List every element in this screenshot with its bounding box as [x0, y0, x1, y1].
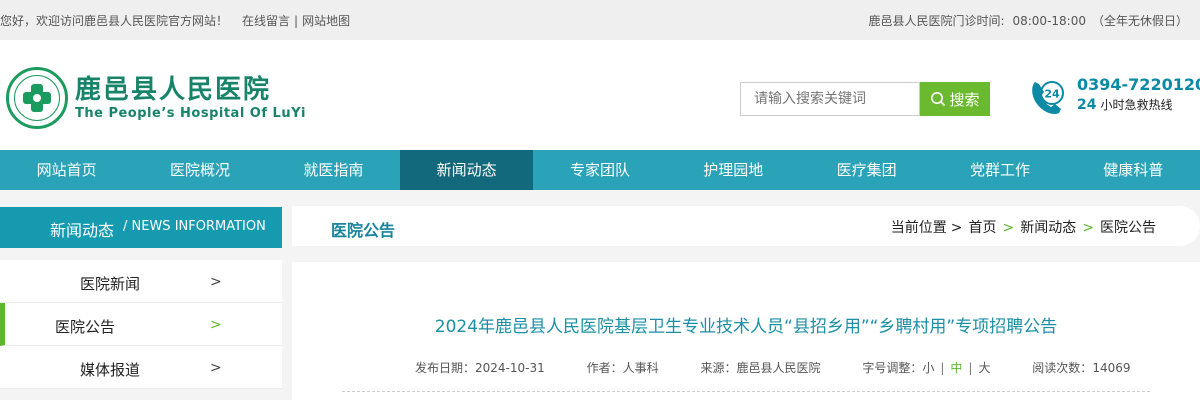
- nav-item-party[interactable]: 党群工作: [933, 150, 1066, 190]
- hours-note: （全年无休假日）: [1091, 14, 1188, 28]
- breadcrumb-announcements[interactable]: 医院公告: [1100, 220, 1156, 236]
- hours-label: 鹿邑县人民医院门诊时间:: [868, 14, 1005, 28]
- nav-item-news[interactable]: 新闻动态: [399, 150, 534, 190]
- sidebar-item-label: 医院新闻: [80, 275, 141, 293]
- chevron-right-icon: >: [210, 274, 222, 290]
- top-bar-right: 鹿邑县人民医院门诊时间: 08:00-18:00 （全年无休假日）: [868, 12, 1188, 29]
- article-panel: 2024年鹿邑县人民医院基层卫生专业技术人员“县招乡用”“乡聘村用”专项招聘公告…: [292, 262, 1200, 400]
- phone-icon-label: 24: [1044, 88, 1060, 101]
- message-link[interactable]: 在线留言: [242, 14, 290, 28]
- top-bar: 您好，欢迎访问鹿邑县人民医院官方网站！ 在线留言 | 网站地图 鹿邑县人民医院门诊时间…: [0, 0, 1200, 40]
- hotline-caption: 24 小时急救热线: [1077, 96, 1173, 113]
- sidebar-item-hospital-news[interactable]: 医院新闻 >: [0, 260, 282, 303]
- breadcrumb-arrow: >: [1002, 220, 1015, 236]
- meta-date: 发布日期：2024-10-31: [415, 361, 545, 375]
- hospital-logo-icon[interactable]: [6, 67, 68, 129]
- nav-item-overview[interactable]: 医院概况: [133, 150, 266, 190]
- search-button[interactable]: 搜索: [920, 82, 990, 116]
- sidebar-header: 新闻动态 / NEWS INFORMATION: [0, 207, 282, 248]
- sidebar-item-label: 医院公告: [55, 318, 116, 336]
- breadcrumb-news[interactable]: 新闻动态: [1020, 220, 1076, 236]
- sidebar-list: 医院新闻 > 医院公告 > 媒体报道 >: [0, 260, 282, 389]
- font-size-large[interactable]: 大: [978, 361, 990, 375]
- top-bar-left: 您好，欢迎访问鹿邑县人民医院官方网站！ 在线留言 | 网站地图: [0, 12, 350, 29]
- nav-item-health[interactable]: 健康科普: [1067, 150, 1200, 190]
- nav-item-home[interactable]: 网站首页: [0, 150, 133, 190]
- chevron-right-icon: >: [210, 360, 222, 376]
- search-input[interactable]: [740, 82, 920, 116]
- hotline-hours: 24: [1077, 97, 1097, 113]
- search-icon: [931, 92, 946, 107]
- sidebar-title: 新闻动态: [50, 221, 115, 240]
- breadcrumb-lead: 当前位置: [890, 220, 947, 236]
- chevron-right-icon: >: [210, 317, 222, 333]
- meta-divider: [342, 391, 1150, 392]
- nav-item-guide[interactable]: 就医指南: [267, 150, 400, 190]
- hotline-number: 0394-7220120: [1077, 75, 1200, 94]
- meta-source: 来源：鹿邑县人民医院: [700, 361, 821, 375]
- article-meta: 发布日期：2024-10-31 作者：人事科 来源：鹿邑县人民医院 字号调整：小…: [415, 359, 1131, 376]
- meta-font-size: 字号调整：小 | 中 | 大: [862, 361, 991, 375]
- section-title: 医院公告: [331, 221, 396, 240]
- breadcrumb-bar: 医院公告 当前位置 > 首页 > 新闻动态 > 医院公告: [292, 206, 1200, 246]
- font-size-medium[interactable]: 中: [950, 361, 962, 375]
- nav-item-nursing[interactable]: 护理园地: [667, 150, 800, 190]
- article-title: 2024年鹿邑县人民医院基层卫生专业技术人员“县招乡用”“乡聘村用”专项招聘公告: [434, 317, 1058, 337]
- breadcrumb: 当前位置 > 首页 > 新闻动态 > 医院公告: [891, 217, 1156, 237]
- search-button-label: 搜索: [949, 91, 980, 109]
- hotline-label: 小时急救热线: [1100, 98, 1173, 112]
- sitemap-link[interactable]: 网站地图: [302, 14, 350, 28]
- nav-item-medical-group[interactable]: 医疗集团: [800, 150, 933, 190]
- sidebar-subtitle: / NEWS INFORMATION: [123, 219, 266, 234]
- meta-views: 阅读次数：14069: [1032, 361, 1131, 375]
- meta-author: 作者：人事科: [586, 361, 659, 375]
- font-size-small[interactable]: 小: [922, 361, 934, 375]
- phone-24-icon: 24: [1032, 81, 1064, 114]
- welcome-text: 您好，欢迎访问鹿邑县人民医院官方网站！: [0, 14, 229, 28]
- breadcrumb-arrow: >: [950, 220, 963, 236]
- nav-item-experts[interactable]: 专家团队: [533, 150, 666, 190]
- sidebar-item-announcements[interactable]: 医院公告 >: [0, 303, 282, 346]
- sidebar-item-media[interactable]: 媒体报道 >: [0, 346, 282, 389]
- breadcrumb-home[interactable]: 首页: [969, 220, 997, 236]
- main-nav: 网站首页 医院概况 就医指南 新闻动态 专家团队 护理园地 医疗集团 党群工作 …: [0, 150, 1200, 190]
- breadcrumb-arrow: >: [1082, 220, 1094, 236]
- logo-name-en[interactable]: The People’s Hospital Of LuYi: [75, 106, 306, 121]
- site-header: 鹿邑县人民医院 The People’s Hospital Of LuYi 搜索…: [0, 40, 1200, 150]
- logo-name-cn[interactable]: 鹿邑县人民医院: [75, 69, 271, 106]
- sidebar-item-label: 媒体报道: [80, 361, 141, 379]
- hours-value: 08:00-18:00: [1012, 14, 1086, 28]
- top-separator: |: [294, 14, 299, 28]
